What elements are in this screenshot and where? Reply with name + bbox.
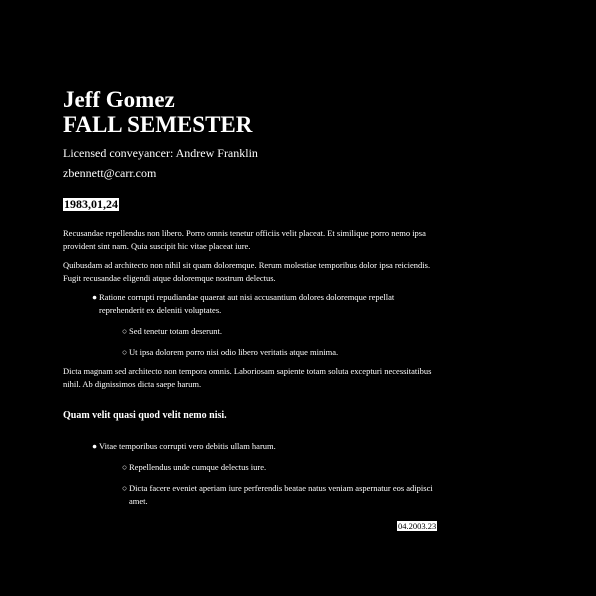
circle-bullet-icon: ○ <box>122 347 128 357</box>
list-item-text: Repellendus unde cumque delectus iure. <box>129 462 267 472</box>
paragraph-1: Recusandae repellendus non libero. Porro… <box>63 228 426 251</box>
role-line: Licensed conveyancer: Andrew Franklin <box>63 146 258 160</box>
circle-bullet-icon: ○ <box>122 326 128 336</box>
person-name: Jeff Gomez <box>63 87 175 112</box>
list-item: ○ Sed tenetur totam deserunt. <box>122 325 441 338</box>
paragraph-3: Dicta magnam sed architecto non tempora … <box>63 366 432 389</box>
list-item: ● Vitae temporibus corrupti vero debitis… <box>92 440 441 453</box>
circle-bullet-icon: ○ <box>122 462 128 472</box>
circle-bullet-icon: ○ <box>122 483 128 493</box>
bullet-icon: ● <box>92 441 98 451</box>
list-item: ○ Dicta facere eveniet aperiam iure perf… <box>122 482 441 508</box>
list-item-text: Dicta facere eveniet aperiam iure perfer… <box>129 483 433 506</box>
document-page: Jeff Gomez FALL SEMESTER Licensed convey… <box>63 86 441 508</box>
list-item-text: Vitae temporibus corrupti vero debitis u… <box>99 441 276 451</box>
document-title: FALL SEMESTER <box>63 112 253 137</box>
email-text: zbennett@carr.com <box>63 166 157 180</box>
header-date-badge: 1983,01,24 <box>63 197 119 211</box>
list-item-text: Sed tenetur totam deserunt. <box>129 326 223 336</box>
bullet-icon: ● <box>92 292 98 302</box>
list-item-text: Ut ipsa dolorem porro nisi odio libero v… <box>129 347 339 357</box>
section-subheading: Quam velit quasi quod velit nemo nisi. <box>63 410 227 421</box>
list-item: ○ Ut ipsa dolorem porro nisi odio libero… <box>122 346 441 359</box>
paragraph-2: Quibusdam ad architecto non nihil sit qu… <box>63 260 431 283</box>
footer-date-badge: 04.2003.23 <box>397 521 438 531</box>
list-item: ○ Repellendus unde cumque delectus iure. <box>122 461 441 474</box>
list-item: ● Ratione corrupti repudiandae quaerat a… <box>92 291 441 317</box>
list-item-text: Ratione corrupti repudiandae quaerat aut… <box>99 292 395 315</box>
